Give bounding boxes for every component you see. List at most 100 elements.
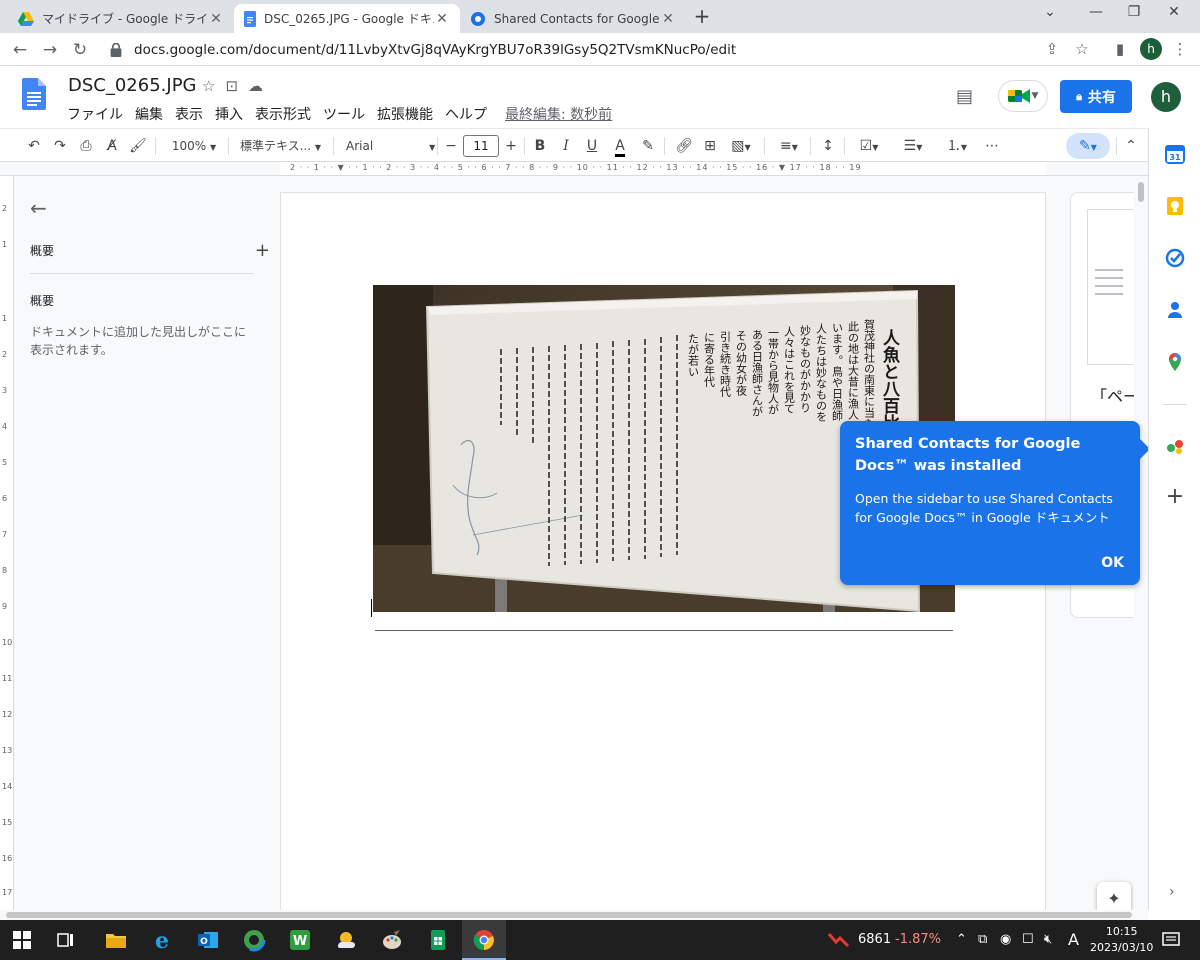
document-title[interactable]: DSC_0265.JPG — [68, 75, 197, 96]
redo-icon[interactable]: ↷ — [50, 135, 70, 157]
bold-icon[interactable]: B — [532, 135, 548, 157]
menu-format[interactable]: 表示形式 — [255, 104, 311, 124]
tab-search-chevron-icon[interactable]: ⌄ — [1040, 4, 1060, 20]
last-edit-link[interactable]: 最終編集: 数秒前 — [505, 104, 612, 124]
maps-icon[interactable] — [1165, 352, 1185, 372]
tray-expand-chevron-icon[interactable]: ⌃ — [956, 932, 967, 947]
calendar-icon[interactable]: 31 — [1165, 144, 1185, 164]
add-comment-icon[interactable]: ⊞ — [700, 135, 720, 157]
tab-shared-contacts[interactable]: Shared Contacts for Google Docs ✕ — [460, 4, 686, 33]
back-arrow-icon[interactable]: ← — [10, 40, 30, 60]
tray-people-icon[interactable]: ◉ — [1000, 932, 1011, 947]
spellcheck-icon[interactable]: A̸ — [102, 135, 122, 157]
paint-icon[interactable] — [380, 928, 404, 952]
bookmark-star-icon[interactable]: ☆ — [1072, 40, 1092, 58]
editing-mode-button[interactable]: ✎▼ — [1066, 133, 1110, 159]
star-icon[interactable]: ☆ — [202, 77, 215, 95]
network-icon[interactable]: ☐ — [1022, 932, 1034, 947]
tab-docs[interactable]: DSC_0265.JPG - Google ドキュメント ✕ — [234, 4, 460, 33]
share-button[interactable]: 🔒︎ 共有 — [1060, 80, 1132, 113]
paragraph-style-select[interactable]: 標準テキス... ▼ — [240, 135, 326, 157]
window-close-icon[interactable]: ✕ — [1164, 4, 1184, 20]
zoom-select[interactable]: 100% ▼ — [168, 135, 220, 157]
tasks-icon[interactable] — [1165, 248, 1185, 268]
account-avatar[interactable]: h — [1151, 82, 1181, 112]
outlook-icon[interactable]: O — [196, 928, 220, 952]
contacts-icon[interactable] — [1165, 300, 1185, 320]
close-icon[interactable]: ✕ — [660, 11, 676, 27]
vertical-ruler[interactable]: 2 1 1 2 3 4 5 6 7 8 9 10 11 12 13 14 15 … — [0, 176, 14, 910]
menu-insert[interactable]: 挿入 — [215, 104, 243, 124]
internet-explorer-icon[interactable]: e — [150, 928, 174, 952]
tab-google-drive[interactable]: マイドライブ - Google ドライブ ✕ — [8, 4, 234, 33]
browser-profile-avatar[interactable]: h — [1140, 38, 1162, 60]
side-panel-icon[interactable]: ▮ — [1110, 40, 1130, 58]
share-page-icon[interactable]: ⇪ — [1042, 40, 1062, 58]
add-summary-icon[interactable]: + — [255, 240, 270, 261]
weather-icon[interactable] — [334, 928, 358, 952]
expand-panel-chevron-icon[interactable]: › — [1169, 884, 1175, 900]
increase-font-size-button[interactable]: + — [503, 135, 519, 157]
decrease-font-size-button[interactable]: − — [443, 135, 459, 157]
text-color-icon[interactable]: A — [610, 135, 630, 157]
google-sheets-icon[interactable] — [426, 928, 450, 952]
numbered-list-icon[interactable]: ⒈▼ — [940, 135, 974, 157]
underline-icon[interactable]: U — [584, 135, 600, 157]
url-input[interactable]: docs.google.com/document/d/11LvbyXtvGj8q… — [100, 36, 1100, 63]
bulleted-list-icon[interactable]: ☰▼ — [896, 135, 930, 157]
cloud-status-icon[interactable]: ☁ — [248, 77, 263, 95]
restore-icon[interactable]: ❐ — [1124, 4, 1144, 20]
more-menu-icon[interactable]: ⋮ — [1170, 40, 1190, 58]
ime-indicator[interactable]: A — [1068, 930, 1079, 949]
forward-arrow-icon[interactable]: → — [40, 40, 60, 60]
paint-format-icon[interactable]: 🖌︎ — [128, 135, 148, 157]
notification-center-icon[interactable] — [1162, 932, 1180, 948]
undo-icon[interactable]: ↶ — [24, 135, 44, 157]
close-icon[interactable]: ✕ — [434, 11, 450, 27]
checklist-icon[interactable]: ☑▼ — [852, 135, 886, 157]
file-explorer-icon[interactable] — [104, 928, 128, 952]
meet-button[interactable]: ▼ — [998, 80, 1048, 112]
comment-history-icon[interactable]: ▤ — [956, 86, 976, 107]
align-icon[interactable]: ≡▼ — [774, 135, 804, 157]
new-tab-button[interactable]: + — [692, 6, 712, 26]
menu-edit[interactable]: 編集 — [135, 104, 163, 124]
link-icon[interactable]: 🔗︎ — [674, 135, 694, 157]
edge-icon[interactable] — [242, 928, 266, 952]
stock-down-icon[interactable] — [828, 932, 850, 948]
menu-file[interactable]: ファイル — [67, 104, 123, 124]
line-spacing-icon[interactable]: ↕ — [818, 135, 838, 157]
horizontal-scrollbar[interactable] — [0, 910, 1148, 920]
insert-image-icon[interactable]: ▧▼ — [726, 135, 756, 157]
volume-muted-icon[interactable]: 🔇︎ — [1044, 932, 1052, 947]
tray-device-icon[interactable]: ⧉ — [978, 932, 987, 947]
get-addons-plus-icon[interactable]: + — [1165, 484, 1185, 509]
horizontal-ruler[interactable]: 2 · · 1 · · ▼ · · 1 · · 2 · · 3 · · 4 · … — [0, 162, 1148, 176]
chrome-taskbar-button[interactable] — [462, 920, 506, 960]
menu-help[interactable]: ヘルプ — [445, 104, 487, 124]
font-size-input[interactable]: 11 — [463, 135, 499, 157]
scrollbar-thumb[interactable] — [1138, 182, 1144, 202]
close-icon[interactable]: ✕ — [208, 11, 224, 27]
collapse-menus-icon[interactable]: ⌃ — [1122, 135, 1140, 157]
reload-icon[interactable]: ↻ — [70, 40, 90, 60]
wps-writer-icon[interactable]: W — [288, 928, 312, 952]
font-select[interactable]: Arial ▼ — [346, 135, 435, 157]
highlight-icon[interactable]: ✎ — [638, 135, 658, 157]
windows-start-icon[interactable] — [10, 928, 34, 952]
back-arrow-icon[interactable]: ← — [30, 196, 270, 220]
more-tools-icon[interactable]: ⋯ — [982, 135, 1002, 157]
scrollbar-thumb[interactable] — [6, 912, 1132, 918]
menu-view[interactable]: 表示 — [175, 104, 203, 124]
print-icon[interactable]: ⎙ — [76, 135, 96, 157]
system-clock[interactable]: 10:15 2023/03/10 — [1090, 924, 1153, 956]
move-folder-icon[interactable]: ⊡ — [225, 77, 238, 95]
task-view-icon[interactable] — [54, 928, 78, 952]
italic-icon[interactable]: I — [558, 135, 574, 157]
minimize-icon[interactable]: — — [1086, 4, 1106, 20]
keep-icon[interactable] — [1165, 196, 1185, 216]
docs-logo-icon[interactable] — [22, 78, 46, 110]
menu-tools[interactable]: ツール — [323, 104, 365, 124]
popup-ok-button[interactable]: OK — [1101, 555, 1124, 571]
shared-contacts-addon-icon[interactable] — [1165, 436, 1185, 456]
